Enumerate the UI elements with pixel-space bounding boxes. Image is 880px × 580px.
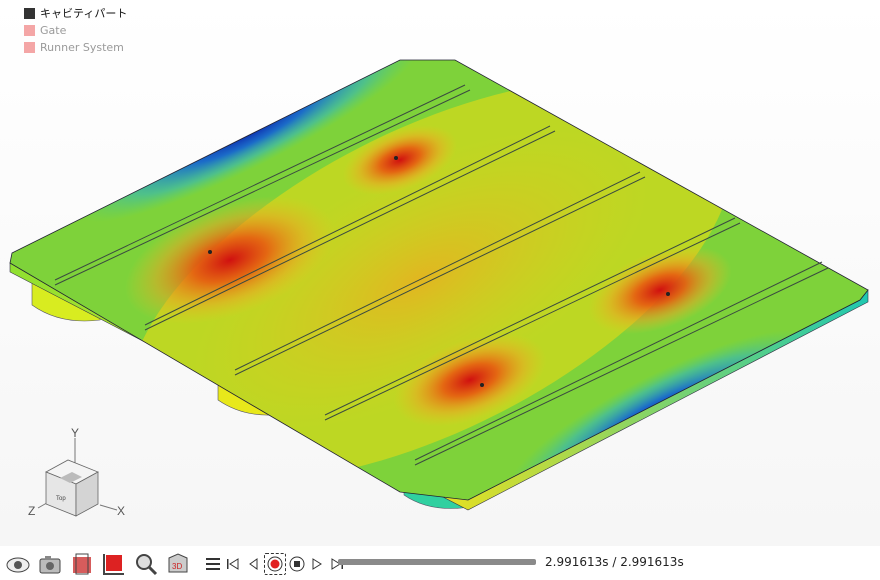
menu-icon[interactable] [204, 553, 222, 575]
svg-text:3D: 3D [172, 562, 182, 571]
legend-item-runner[interactable]: Runner System [24, 39, 127, 56]
legend-item-gate[interactable]: Gate [24, 22, 127, 39]
part-legend: キャビティパート Gate Runner System [24, 5, 127, 56]
magnifier-icon[interactable] [132, 550, 160, 578]
legend-label: Runner System [40, 41, 124, 54]
legend-swatch [24, 42, 35, 53]
step-back-button[interactable] [244, 553, 262, 575]
camera-icon[interactable] [36, 550, 64, 578]
view-cube[interactable]: Top [45, 459, 99, 517]
legend-swatch [24, 25, 35, 36]
section-plane-icon[interactable] [68, 550, 96, 578]
3d-view-icon[interactable]: 3D [164, 550, 192, 578]
record-button[interactable] [264, 553, 286, 575]
time-separator: / [608, 555, 621, 569]
playback-time: 2.991613s / 2.991613s [545, 555, 684, 569]
legend-swatch [24, 8, 35, 19]
axis-z-label: Z [28, 504, 35, 518]
total-time: 2.991613s [620, 555, 684, 569]
current-time: 2.991613s [545, 555, 609, 569]
legend-item-cavity[interactable]: キャビティパート [24, 5, 127, 22]
legend-label: Gate [40, 24, 67, 37]
skip-to-start-button[interactable] [224, 553, 242, 575]
view-cube-face-label: Top [56, 496, 66, 502]
playback-slider[interactable] [338, 559, 536, 565]
view-cube-triad[interactable]: Y X Z Top [20, 420, 135, 525]
axis-x-label: X [117, 504, 125, 518]
axis-y-label: Y [71, 426, 79, 440]
stop-button[interactable] [288, 553, 306, 575]
play-button[interactable] [308, 553, 326, 575]
legend-label: キャビティパート [40, 7, 128, 20]
eye-icon[interactable] [4, 550, 32, 578]
clipping-box-icon[interactable] [100, 550, 128, 578]
